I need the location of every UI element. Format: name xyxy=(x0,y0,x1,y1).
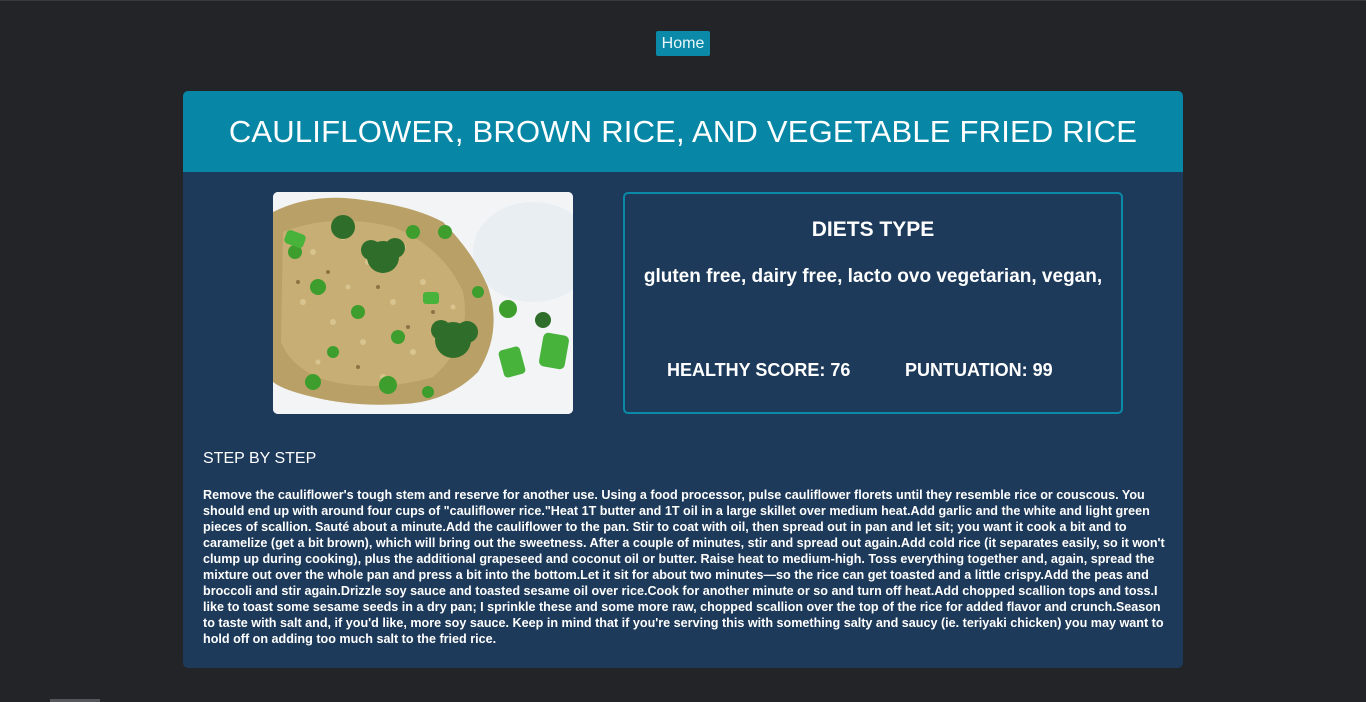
healthy-score: HEALTHY SCORE: 76 xyxy=(667,360,851,380)
steps-heading: STEP BY STEP xyxy=(203,450,317,467)
diets-heading: DIETS TYPE xyxy=(811,218,935,241)
recipe-card: CAULIFLOWER, BROWN RICE, AND VEGETABLE F… xyxy=(183,91,1183,668)
recipe-photo xyxy=(273,192,573,414)
recipe-header: CAULIFLOWER, BROWN RICE, AND VEGETABLE F… xyxy=(183,91,1183,172)
fried-rice-photo xyxy=(273,192,573,414)
top-border xyxy=(0,0,1366,1)
diets-info-box: DIETS TYPE gluten free, dairy free, lact… xyxy=(623,192,1123,414)
home-button[interactable]: Home xyxy=(656,31,710,56)
diets-list: gluten free, dairy free, lacto ovo veget… xyxy=(643,266,1103,287)
recipe-title: CAULIFLOWER, BROWN RICE, AND VEGETABLE F… xyxy=(228,113,1138,149)
steps-text: Remove the cauliflower's tough stem and … xyxy=(203,488,1165,646)
puntuation-score: PUNTUATION: 99 xyxy=(905,360,1053,380)
